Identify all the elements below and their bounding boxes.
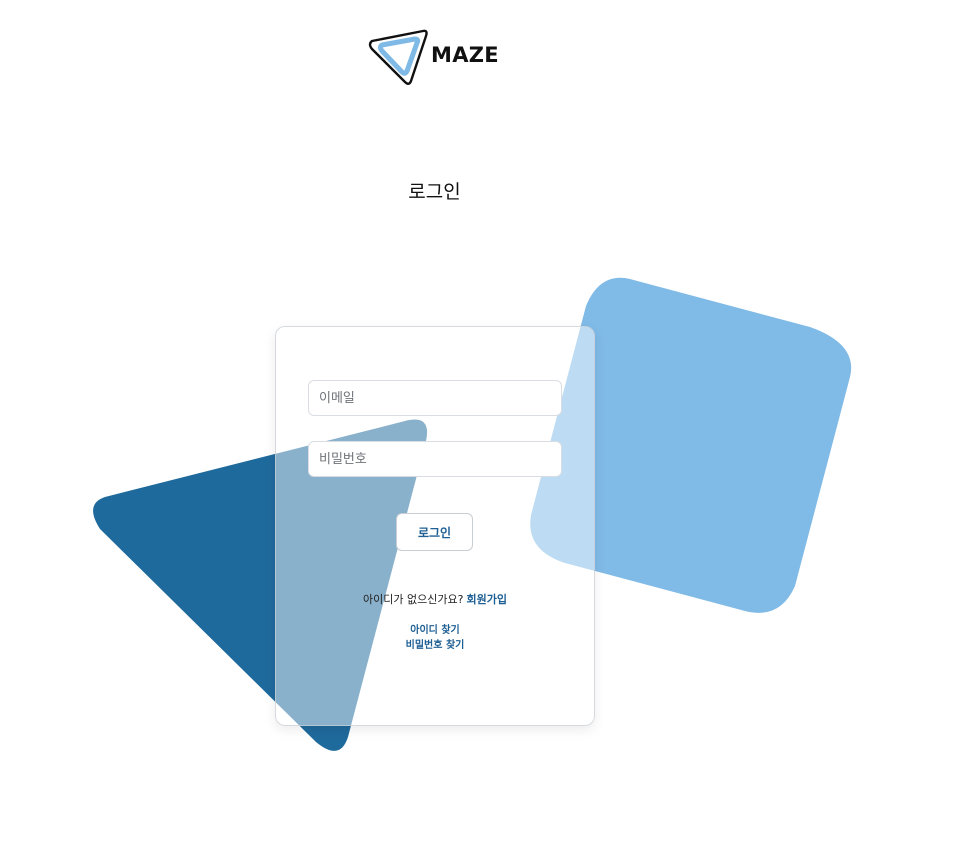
triangle-logo-icon bbox=[368, 29, 428, 85]
brand-name: MAZE bbox=[431, 43, 499, 67]
email-input[interactable] bbox=[308, 380, 562, 416]
page-title: 로그인 bbox=[408, 181, 461, 203]
login-page: MAZE 로그인 로그인 아이디가 없으신가요?회원가입 아이디 찾기 비밀번호… bbox=[0, 0, 953, 845]
brand-logo[interactable]: MAZE bbox=[368, 27, 499, 87]
password-input[interactable] bbox=[308, 441, 562, 477]
find-password-link[interactable]: 비밀번호 찾기 bbox=[276, 636, 594, 651]
signup-prompt-text: 아이디가 없으신가요? bbox=[363, 593, 464, 606]
login-button[interactable]: 로그인 bbox=[396, 513, 473, 551]
signup-prompt-row: 아이디가 없으신가요? 회원가입 bbox=[276, 591, 594, 607]
signup-link[interactable]: 회원가입 bbox=[466, 593, 506, 606]
find-id-link[interactable]: 아이디 찾기 bbox=[276, 621, 594, 636]
login-card: 로그인 아이디가 없으신가요?회원가입 아이디 찾기 비밀번호 찾기 bbox=[275, 326, 595, 726]
